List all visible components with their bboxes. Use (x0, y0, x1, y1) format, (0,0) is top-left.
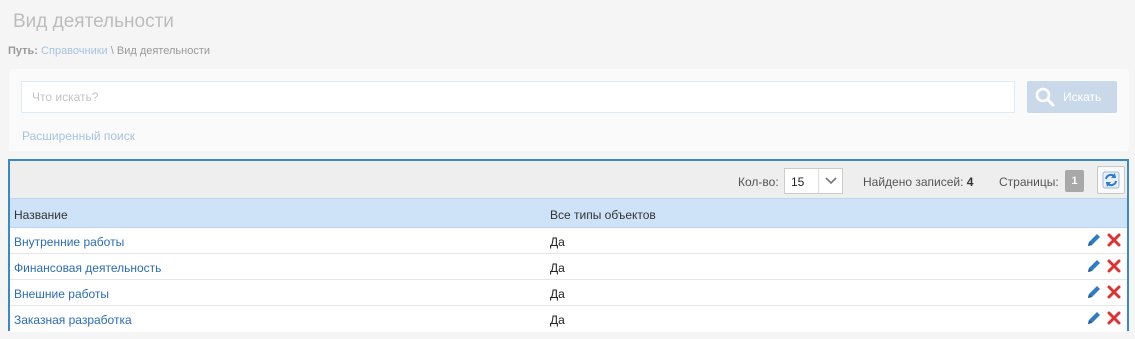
pencil-icon[interactable] (1085, 283, 1103, 301)
row-name-link[interactable]: Финансовая деятельность (14, 261, 161, 275)
cross-icon[interactable] (1106, 258, 1122, 274)
records-grid: Кол-во: 15 Найдено записей: 4 Страницы: … (8, 159, 1129, 332)
chevron-down-icon (818, 169, 842, 193)
table-header: Название Все типы объектов (10, 198, 1127, 228)
count-select-value: 15 (791, 175, 805, 189)
pencil-icon[interactable] (1085, 231, 1103, 249)
table-row: Заказная разработка Да (10, 306, 1127, 332)
page-title: Вид деятельности (13, 11, 174, 32)
refresh-icon (1102, 171, 1120, 189)
row-name-link[interactable]: Внешние работы (14, 287, 109, 301)
row-all-types: Да (550, 287, 565, 301)
search-button[interactable]: Искать (1027, 81, 1117, 113)
pages-label: Страницы: (999, 175, 1059, 189)
count-select[interactable]: 15 (784, 168, 843, 194)
found-records: Найдено записей: 4 (863, 175, 973, 189)
row-all-types: Да (550, 261, 565, 275)
row-all-types: Да (550, 313, 565, 327)
magnifier-icon (1035, 87, 1055, 107)
cross-icon[interactable] (1106, 310, 1122, 326)
found-records-value: 4 (966, 175, 974, 189)
table-row: Внешние работы Да (10, 280, 1127, 306)
table-row: Внутренние работы Да (10, 228, 1127, 254)
table-row: Финансовая деятельность Да (10, 254, 1127, 280)
cross-icon[interactable] (1106, 284, 1122, 300)
pencil-icon[interactable] (1085, 309, 1103, 327)
row-all-types: Да (550, 235, 565, 249)
breadcrumb-separator: \ (107, 45, 117, 57)
count-label: Кол-во: (738, 175, 779, 189)
cross-icon[interactable] (1106, 232, 1122, 248)
search-button-label: Искать (1063, 90, 1102, 104)
advanced-search-link[interactable]: Расширенный поиск (22, 129, 135, 143)
row-name-link[interactable]: Внутренние работы (14, 235, 124, 249)
breadcrumb-current: Вид деятельности (116, 45, 210, 57)
breadcrumb: Путь: Справочники \ Вид деятельности (8, 45, 210, 57)
pencil-icon[interactable] (1085, 257, 1103, 275)
column-header-name[interactable]: Название (14, 208, 68, 222)
advanced-search-tab-shape (9, 125, 265, 151)
page-number-button[interactable]: 1 (1065, 170, 1084, 192)
search-input[interactable] (21, 81, 1015, 113)
breadcrumb-label: Путь: (8, 45, 38, 57)
row-name-link[interactable]: Заказная разработка (14, 313, 132, 327)
grid-toolbar: Кол-во: 15 Найдено записей: 4 Страницы: … (10, 161, 1127, 198)
refresh-button[interactable] (1097, 166, 1125, 194)
column-header-all-types[interactable]: Все типы объектов (550, 208, 656, 222)
breadcrumb-link-directories[interactable]: Справочники (41, 45, 108, 57)
found-records-label: Найдено записей: (863, 175, 964, 189)
search-panel: Искать Расширенный поиск (9, 69, 1129, 151)
